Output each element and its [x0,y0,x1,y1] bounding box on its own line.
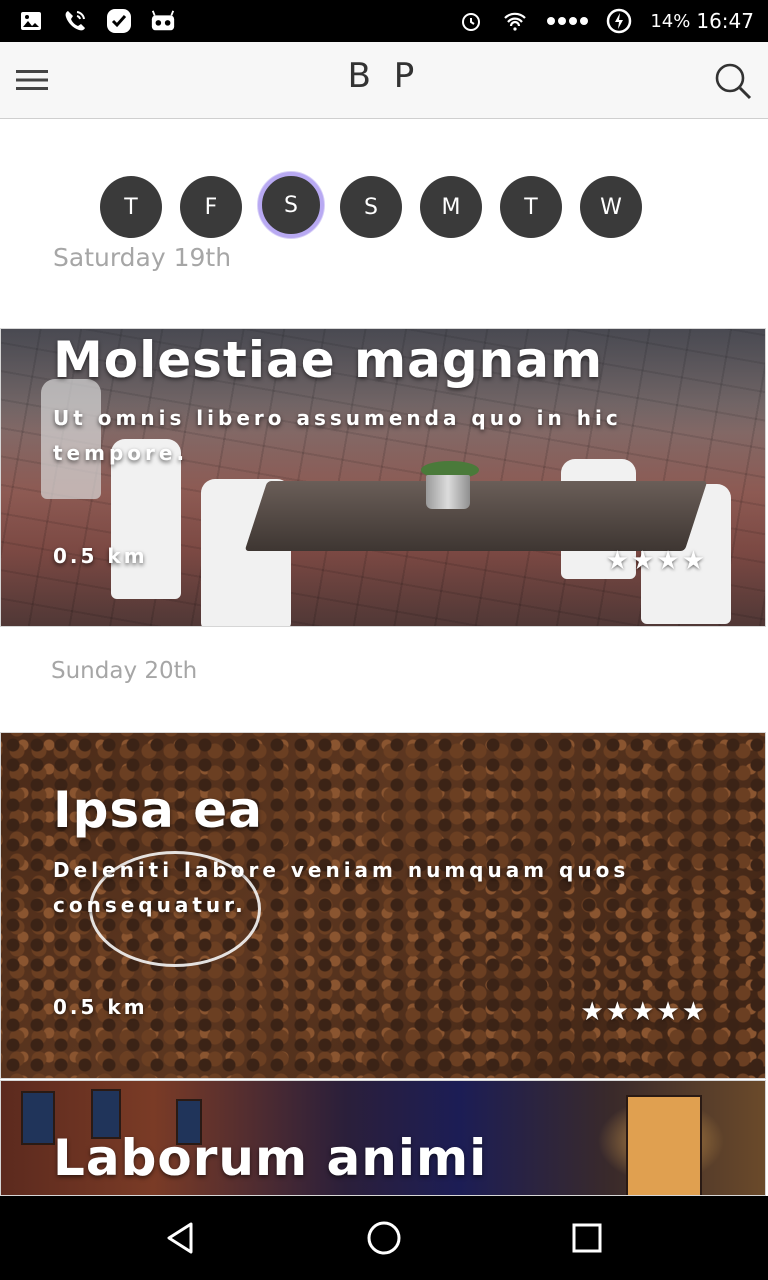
card-title: Laborum animi [53,1129,488,1187]
battery-percent: 14% [650,10,691,32]
status-left-icons [18,8,176,34]
app-title: B P [347,56,421,96]
date-heading: Saturday 19th [53,243,232,272]
wifi-icon [502,8,528,34]
alarm-icon [458,8,484,34]
window-shape [21,1091,55,1145]
card-title: Molestiae magnam [53,331,604,389]
phone-wifi-icon [62,8,88,34]
recents-square-icon[interactable] [557,1208,617,1268]
day-button-selected[interactable]: S [258,172,324,238]
card-description: Deleniti labore veniam numquam quos cons… [53,858,630,917]
table-shape [244,481,708,551]
card-distance: 0.5 km [53,544,148,568]
check-bubble-icon [106,8,132,34]
status-time: 16:47 [696,9,754,33]
day-button[interactable]: T [500,176,562,238]
card-description: Ut omnis libero assumenda quo in hic tem… [53,406,622,465]
status-bar: 14% 16:47 [0,0,768,42]
home-circle-icon[interactable] [354,1208,414,1268]
day-button[interactable]: T [100,176,162,238]
signal-dots-icon [546,8,589,34]
window-shape [626,1095,702,1195]
android-icon [150,8,176,34]
app-bar: B P [0,42,768,119]
card-rating-stars: ★★★★ [605,546,707,576]
image-icon [18,8,44,34]
day-button[interactable]: M [420,176,482,238]
card-title: Ipsa ea [53,781,263,839]
card-distance: 0.5 km [53,995,148,1019]
back-triangle-icon[interactable] [151,1208,211,1268]
card-rating-stars: ★★★★★ [580,997,707,1027]
day-picker: T F S S M T W [100,172,642,238]
event-card[interactable]: Ipsa ea Deleniti labore veniam numquam q… [0,732,766,1079]
status-right-icons: 14% 16:47 [458,8,754,34]
search-icon[interactable] [712,60,754,102]
day-button[interactable]: S [340,176,402,238]
day-button[interactable]: W [580,176,642,238]
event-card[interactable]: Laborum animi [0,1080,766,1196]
pot-shape [426,475,470,509]
event-card[interactable]: Molestiae magnam Ut omnis libero assumen… [0,328,766,627]
battery-charging-icon [606,8,632,34]
day-button[interactable]: F [180,176,242,238]
date-heading: Sunday 20th [51,658,198,684]
system-nav-bar [0,1196,768,1280]
